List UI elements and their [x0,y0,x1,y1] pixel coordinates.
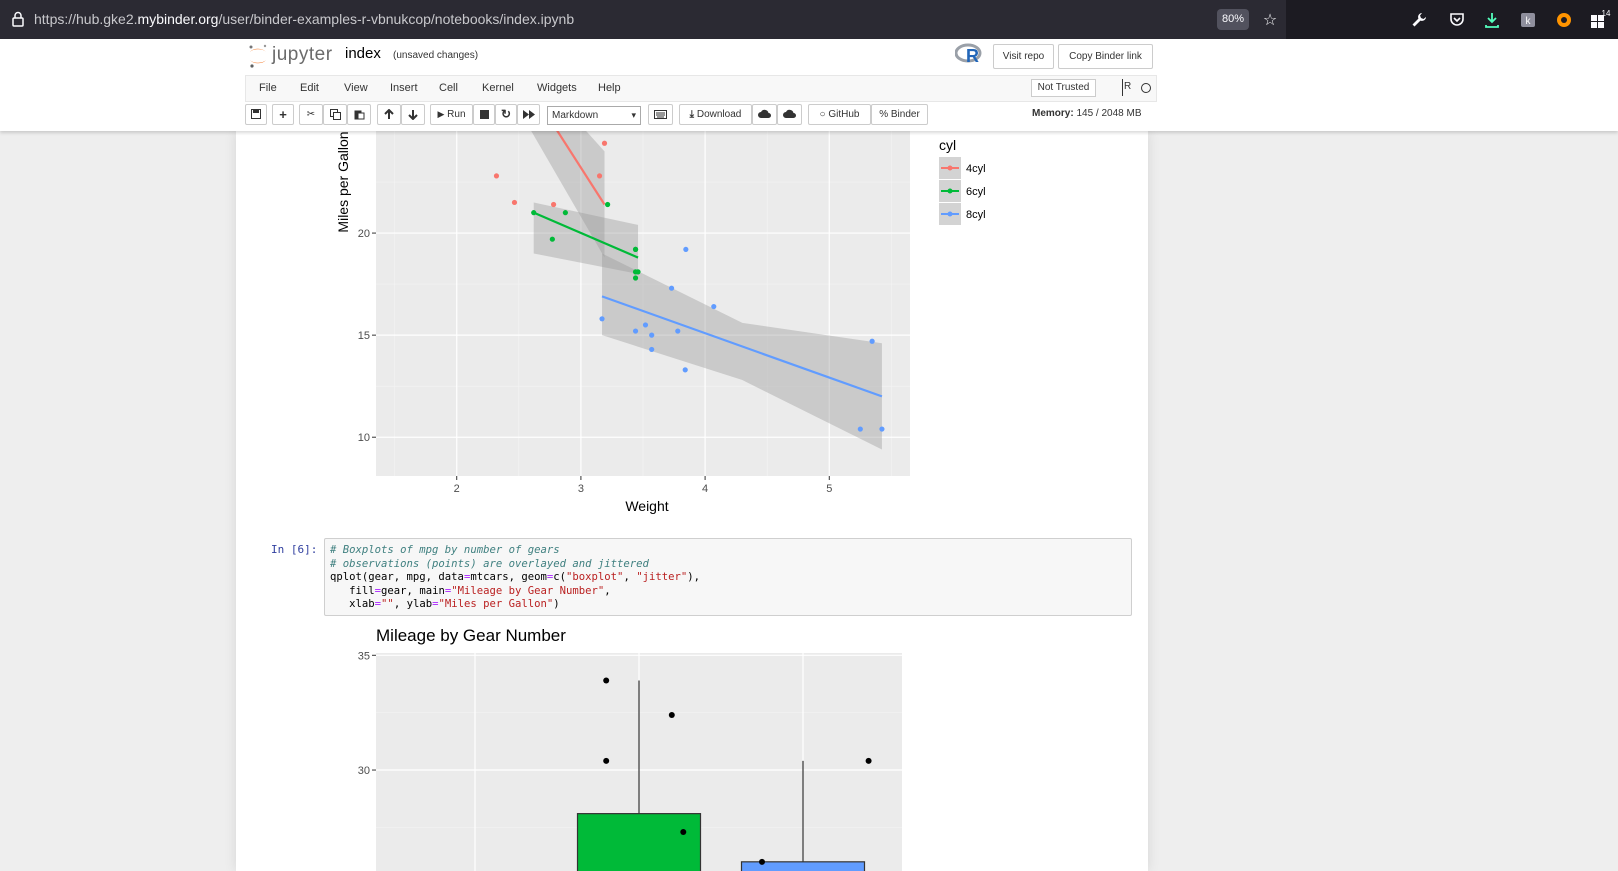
data-point [493,173,500,179]
data-point [599,316,605,322]
data-point [711,303,717,310]
github-button[interactable]: ○ GitHub [808,104,871,125]
x-axis-label: Weight [625,498,668,514]
data-point [632,328,639,334]
memory-value: 145 / 2048 MB [1076,108,1142,119]
binder-label: Binder [890,109,920,120]
legend-title: cyl [939,137,956,153]
data-point [683,246,689,253]
y-tick-label: 15 [358,330,370,342]
copy-icon[interactable] [323,104,347,125]
save-status: (unsaved changes) [393,50,479,61]
chevron-down-icon: ▾ [631,110,636,120]
data-point [550,201,557,208]
download-button[interactable]: ⤓ Download [679,104,752,125]
data-point [869,338,875,344]
kernel-separator [1122,79,1123,96]
cloud-download-icon[interactable] [752,104,777,125]
restart-icon[interactable]: ↻ [495,104,517,125]
paste-icon[interactable] [347,104,371,125]
data-point [605,201,611,208]
y-tick-label: 20 [358,228,370,240]
data-point [562,210,568,216]
jupyter-logo-text[interactable]: jupyter [272,44,333,66]
legend-point [947,165,953,171]
data-point [601,140,608,146]
keyboard-icon[interactable] [648,104,673,125]
not-trusted-button[interactable]: Not Trusted [1031,79,1096,97]
data-point [675,328,681,334]
menu-help[interactable]: Help [598,82,621,94]
data-point [596,173,603,179]
menu-kernel[interactable]: Kernel [482,82,514,94]
stop-icon[interactable] [473,104,495,125]
download-icon: ⤓ [689,109,695,120]
legend-point [947,188,953,194]
github-label: GitHub [828,109,860,120]
legend-point [947,211,953,217]
menubar: File Edit View Insert Cell Kernel Widget… [245,75,1157,102]
cut-icon[interactable]: ✂ [299,104,323,125]
menu-cell[interactable]: Cell [439,82,458,94]
move-up-icon[interactable] [377,104,401,125]
y-axis-label: Miles per Gallon [335,131,351,232]
r-kernel-logo: R [954,43,983,71]
x-tick-label: 5 [826,483,832,495]
restart-run-all-icon[interactable] [517,104,540,125]
jupyter-logo-icon[interactable] [247,43,269,69]
data-point [857,426,863,432]
menu-view[interactable]: View [344,82,368,94]
save-icon[interactable] [245,104,267,125]
download-label: Download [696,109,742,120]
binder-button[interactable]: % Binder [871,104,928,125]
data-point [632,275,639,281]
legend-label: 4cyl [966,163,986,175]
menu-edit[interactable]: Edit [300,82,319,94]
memory-usage: Memory: 145 / 2048 MB [1032,108,1142,119]
move-down-icon[interactable] [401,104,425,125]
menu-widgets[interactable]: Widgets [537,82,577,94]
kernel-idle-indicator-icon [1141,83,1151,93]
x-tick-label: 3 [578,483,584,495]
memory-label: Memory: [1032,108,1074,119]
cloud-upload-icon[interactable] [777,104,802,125]
jupyter-header: jupyter index (unsaved changes) R Visit … [0,39,1618,131]
cell-type-value: Markdown [552,110,599,121]
data-point [632,246,639,253]
add-cell-icon[interactable]: + [272,104,294,125]
cell-type-select[interactable]: Markdown ▾ [547,106,641,125]
x-tick-label: 4 [702,483,708,495]
data-point [635,269,641,275]
data-point [531,210,537,216]
visit-repo-button[interactable]: Visit repo [993,44,1054,69]
copy-binder-link-button[interactable]: Copy Binder link [1058,44,1153,69]
github-icon: ○ [819,109,826,120]
data-point [649,346,655,353]
menu-insert[interactable]: Insert [390,82,418,94]
y-tick-label: 10 [358,432,370,444]
kernel-name: R [1124,81,1132,92]
data-point [642,322,649,328]
data-point [682,367,688,373]
run-label: Run [447,109,466,120]
data-point [549,236,555,242]
data-point [649,332,655,338]
run-button[interactable]: ▶ Run [430,104,473,125]
r-logo-letter: R [966,46,979,65]
data-point [511,199,518,206]
data-point [668,285,675,291]
legend-label: 8cyl [966,209,986,221]
menu-file[interactable]: File [259,82,277,94]
link-icon: % [879,109,889,120]
data-point [879,426,885,432]
step-forward-icon: ▶ [437,109,445,119]
x-tick-label: 2 [454,483,460,495]
notebook-name[interactable]: index [345,45,381,62]
legend-label: 6cyl [966,186,986,198]
